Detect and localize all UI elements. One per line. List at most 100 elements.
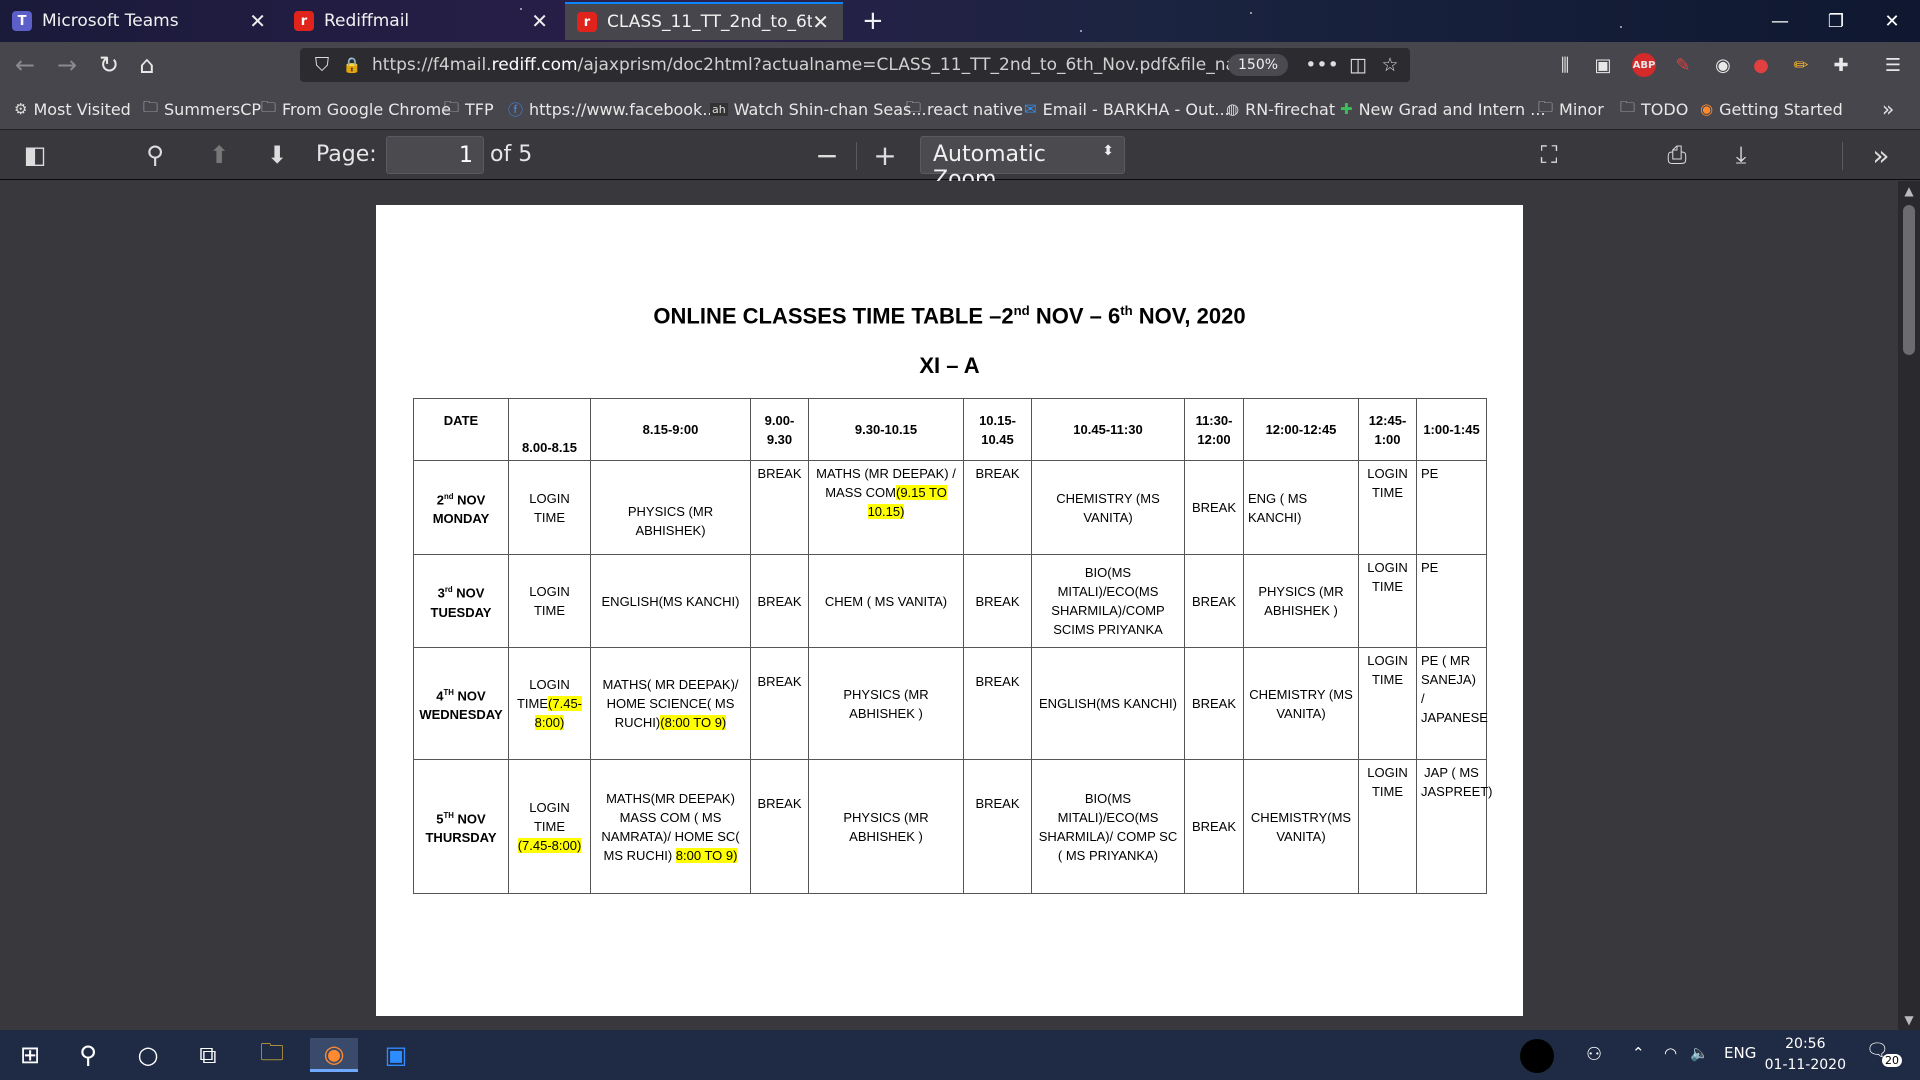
url-text[interactable]: https://f4mail.rediff.com/ajaxprism/doc2…: [372, 55, 1272, 75]
bookmark-most-visited[interactable]: ⚙ Most Visited: [14, 98, 131, 120]
clock-time: 20:56: [1785, 1036, 1826, 1052]
bookmark-label: SummersCP: [164, 99, 262, 119]
zoom-in-icon[interactable]: +: [870, 139, 900, 172]
puzzle-icon[interactable]: ✚: [1828, 52, 1854, 78]
presentation-mode-icon[interactable]: ⛶: [1534, 140, 1564, 170]
title-text: NOV – 6: [1029, 303, 1121, 329]
reload-icon[interactable]: ↻: [94, 50, 124, 80]
bookmark-label: Email - BARKHA - Out...: [1042, 99, 1230, 119]
close-icon[interactable]: ✕: [812, 10, 829, 34]
scrollbar-thumb[interactable]: [1903, 205, 1915, 355]
people-icon[interactable]: ⚇: [1586, 1044, 1602, 1065]
pen-extension-icon[interactable]: ✎: [1670, 52, 1696, 78]
search-icon[interactable]: ⚲: [64, 1038, 112, 1072]
bookmark-star-icon[interactable]: ☆: [1378, 53, 1402, 77]
day-cell: 4TH NOV WEDNESDAY: [413, 647, 509, 760]
bookmark-from-google-chrome[interactable]: 🗀 From Google Chrome: [261, 98, 451, 120]
bookmark-facebook[interactable]: ⓕ https://www.facebook....: [508, 98, 723, 120]
bookmarks-bar: ⚙ Most Visited 🗀 SummersCP 🗀 From Google Ch…: [0, 88, 1920, 130]
bookmark-shin-chan[interactable]: ah Watch Shin-chan Seas...: [710, 98, 927, 120]
tray-app-icon[interactable]: [1520, 1039, 1554, 1073]
network-icon[interactable]: ◠: [1664, 1044, 1677, 1062]
tab-microsoft-teams[interactable]: T Microsoft Teams ✕: [0, 2, 280, 40]
title-superscript: nd: [1013, 303, 1030, 318]
language-indicator[interactable]: ENG: [1724, 1044, 1756, 1062]
bookmark-new-grad[interactable]: ✚ New Grad and Intern ...: [1340, 98, 1546, 120]
highlighted-text: (8:00 TO 9): [660, 715, 727, 730]
table-cell: BREAK: [750, 460, 809, 555]
shield-icon[interactable]: ⛉: [310, 53, 334, 77]
scroll-down-icon[interactable]: ▼: [1898, 1010, 1920, 1030]
header-time: 8.15-9:00: [590, 398, 751, 461]
bookmark-minor[interactable]: 🗀 Minor: [1538, 98, 1604, 120]
folder-icon: 🗀: [1538, 97, 1554, 116]
scroll-up-icon[interactable]: ▲: [1898, 181, 1920, 201]
lock-icon[interactable]: 🔒: [340, 53, 364, 77]
title-superscript: th: [1120, 303, 1133, 318]
adblock-icon[interactable]: ABP: [1632, 53, 1656, 77]
previous-page-icon[interactable]: ⬆: [204, 140, 234, 170]
title-text: ONLINE CLASSES TIME TABLE –2: [653, 303, 1014, 329]
volume-icon[interactable]: 🔈: [1690, 1044, 1709, 1062]
firefox-icon[interactable]: ◉: [310, 1038, 358, 1072]
new-tab-button[interactable]: +: [850, 2, 890, 40]
weekday: THURSDAY: [425, 830, 497, 846]
bookmark-todo[interactable]: 🗀 TODO: [1620, 98, 1688, 120]
home-icon[interactable]: ⌂: [132, 50, 162, 80]
zoom-out-icon[interactable]: −: [812, 139, 842, 172]
zoom-level-badge[interactable]: 150%: [1228, 54, 1289, 76]
day-number: 4: [436, 688, 444, 704]
chevron-up-icon[interactable]: ⌃: [1632, 1044, 1645, 1062]
close-icon[interactable]: ✕: [531, 9, 548, 33]
tab-rediffmail[interactable]: r Rediffmail ✕: [282, 2, 562, 40]
cortana-icon[interactable]: ○: [124, 1038, 172, 1072]
bookmark-summerscp[interactable]: 🗀 SummersCP: [143, 98, 261, 120]
search-icon[interactable]: ⚲: [140, 140, 170, 170]
header-time: 10.15-10.45: [963, 398, 1032, 461]
pencil-extension-icon[interactable]: ✏: [1788, 52, 1814, 78]
bookmark-rn-firechat[interactable]: ◍ RN-firechat: [1226, 98, 1335, 120]
tab-class-timetable[interactable]: r CLASS_11_TT_2nd_to_6th_Nov ✕: [565, 2, 843, 40]
bookmark-email-barkha[interactable]: ✉ Email - BARKHA - Out...: [1024, 98, 1230, 120]
tools-menu-icon[interactable]: »: [1866, 139, 1896, 172]
back-icon[interactable]: ←: [10, 50, 40, 80]
table-cell: LOGIN TIME: [508, 460, 591, 555]
account-icon[interactable]: ◉: [1710, 52, 1736, 78]
windows-start-icon[interactable]: ⊞: [6, 1038, 54, 1072]
system-clock[interactable]: 20:56 01-11-2020: [1765, 1034, 1846, 1076]
restore-icon[interactable]: ❐: [1808, 0, 1864, 42]
url-domain: rediff.com: [491, 55, 578, 75]
close-window-icon[interactable]: ✕: [1864, 0, 1920, 42]
zoom-select[interactable]: Automatic Zoom ⬍: [920, 136, 1125, 192]
page-number-input[interactable]: 1: [386, 136, 484, 174]
url-bar[interactable]: ⛉ 🔒 https://f4mail.rediff.com/ajaxprism/…: [300, 48, 1410, 82]
table-header-row: DATE 8.00-8.15 8.15-9:00 9.00-9.30 9.30-…: [413, 398, 1487, 461]
folder-icon: 🗀: [444, 97, 460, 116]
bookmark-react-native[interactable]: 🗀 react native: [906, 98, 1023, 120]
sidebar-toggle-icon[interactable]: ◧: [20, 140, 50, 170]
zoom-app-icon[interactable]: ▣: [372, 1038, 420, 1072]
pocket-icon[interactable]: ◫: [1346, 53, 1370, 77]
close-icon[interactable]: ✕: [249, 9, 266, 33]
task-view-icon[interactable]: ⧉: [184, 1038, 232, 1072]
forward-icon[interactable]: →: [52, 50, 82, 80]
print-icon[interactable]: ⎙: [1662, 140, 1692, 170]
bookmark-getting-started[interactable]: ◉ Getting Started: [1700, 98, 1843, 120]
extension-icon[interactable]: ●: [1748, 52, 1774, 78]
more-actions-icon[interactable]: •••: [1305, 53, 1339, 77]
bookmark-tfp[interactable]: 🗀 TFP: [444, 98, 494, 120]
bookmarks-overflow-icon[interactable]: »: [1882, 97, 1894, 121]
weekday: MONDAY: [432, 511, 490, 527]
table-cell: BREAK: [1184, 554, 1244, 648]
download-icon[interactable]: ⤓: [1726, 140, 1756, 170]
sidebar-icon[interactable]: ▣: [1590, 52, 1616, 78]
highlighted-text: 8:00 TO 9): [675, 847, 738, 863]
menu-icon[interactable]: ☰: [1880, 52, 1906, 78]
library-icon[interactable]: ⫼: [1552, 52, 1578, 78]
header-time: 12:45-1:00: [1358, 398, 1417, 461]
next-page-icon[interactable]: ⬇: [262, 140, 292, 170]
table-cell: CHEMISTRY(MS VANITA): [1243, 759, 1359, 894]
vertical-scrollbar[interactable]: ▲ ▼: [1898, 181, 1920, 1030]
minimize-icon[interactable]: —: [1752, 0, 1808, 42]
file-explorer-icon[interactable]: 🗀: [248, 1038, 296, 1072]
